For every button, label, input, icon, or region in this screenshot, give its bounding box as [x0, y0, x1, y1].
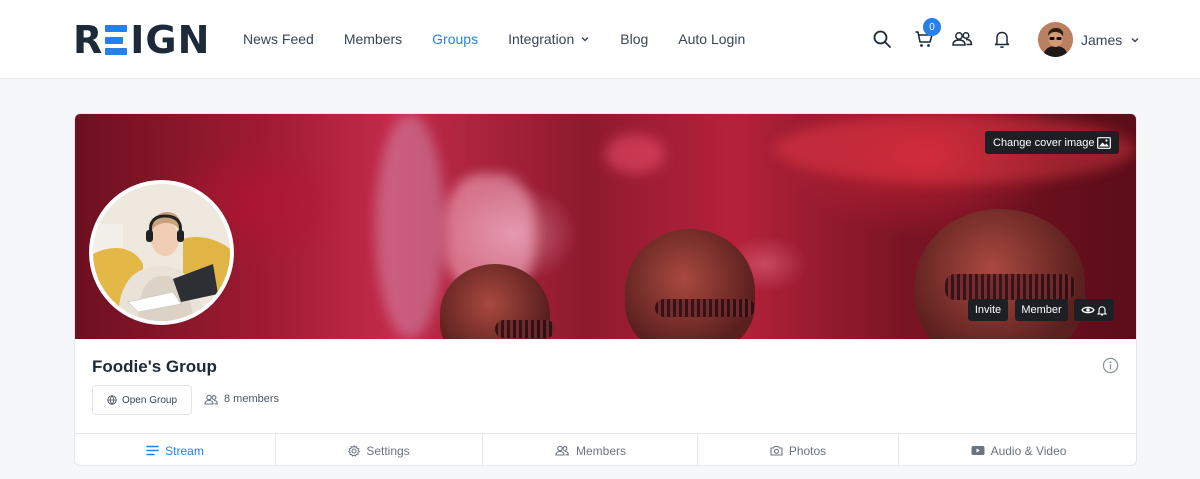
- tab-audio-video[interactable]: Audio & Video: [899, 434, 1136, 465]
- members-count-label: 8 members: [224, 393, 280, 405]
- header-icons: 0: [871, 18, 1013, 50]
- tab-audio-video-label: Audio & Video: [990, 443, 1067, 458]
- tab-photos[interactable]: Photos: [698, 434, 899, 465]
- friends-icon[interactable]: [951, 28, 973, 50]
- group-members-count[interactable]: 8 members: [204, 393, 279, 405]
- notification-settings-button[interactable]: [1074, 299, 1114, 321]
- nav-integration[interactable]: Integration: [508, 31, 590, 47]
- cart-icon[interactable]: 0: [913, 18, 941, 50]
- tab-stream[interactable]: Stream: [75, 434, 276, 465]
- tab-photos-label: Photos: [788, 443, 827, 458]
- info-icon[interactable]: [1102, 357, 1119, 374]
- tab-settings[interactable]: Settings: [276, 434, 483, 465]
- group-type-badge: Open Group: [92, 385, 192, 415]
- bell-icon: [1097, 305, 1107, 316]
- group-type-label: Open Group: [121, 394, 178, 406]
- logo-text-end: IGN: [130, 18, 211, 62]
- globe-icon: [107, 395, 117, 405]
- nav-groups[interactable]: Groups: [432, 31, 478, 47]
- tab-settings-label: Settings: [366, 443, 410, 458]
- nav-blog[interactable]: Blog: [620, 31, 648, 47]
- chevron-down-icon: [581, 37, 589, 42]
- main-nav: News Feed Members Groups Integration Blo…: [243, 31, 775, 47]
- search-icon[interactable]: [871, 28, 893, 50]
- site-header: R IGN News Feed Members Groups Integratio…: [0, 0, 1200, 79]
- logo-e-mark: [105, 25, 128, 55]
- users-icon: [555, 445, 569, 456]
- image-icon: [1097, 136, 1111, 149]
- user-name: James: [1081, 31, 1123, 48]
- video-icon: [971, 446, 985, 455]
- cart-count-badge: 0: [923, 18, 941, 36]
- tab-members-label: Members: [575, 443, 626, 458]
- member-button[interactable]: Member: [1015, 299, 1068, 321]
- camera-icon: [770, 445, 783, 456]
- invite-button[interactable]: Invite: [968, 299, 1008, 321]
- list-icon: [146, 445, 159, 456]
- change-cover-image-button[interactable]: Change cover image: [985, 131, 1119, 154]
- tab-members[interactable]: Members: [483, 434, 698, 465]
- nav-members[interactable]: Members: [344, 31, 402, 47]
- nav-integration-label: Integration: [508, 31, 575, 47]
- eye-icon: [1081, 306, 1095, 314]
- user-menu[interactable]: James: [1038, 22, 1140, 57]
- group-name: Foodie's Group: [92, 357, 217, 376]
- users-icon: [204, 394, 218, 405]
- reign-logo[interactable]: R IGN: [73, 18, 211, 62]
- bell-icon[interactable]: [991, 28, 1013, 50]
- user-avatar: [1038, 22, 1073, 57]
- nav-news-feed[interactable]: News Feed: [243, 31, 314, 47]
- group-header-card: Change cover image Invite Member Foodie'…: [74, 113, 1137, 466]
- tab-stream-label: Stream: [165, 443, 204, 458]
- change-cover-label: Change cover image: [993, 136, 1095, 149]
- chevron-down-icon: [1131, 37, 1139, 42]
- gear-icon: [348, 444, 361, 457]
- nav-auto-login[interactable]: Auto Login: [678, 31, 745, 47]
- group-avatar[interactable]: [89, 180, 234, 325]
- group-tabs: Stream Settings Members Photos Audio & V…: [75, 433, 1136, 465]
- logo-text-start: R: [73, 18, 104, 62]
